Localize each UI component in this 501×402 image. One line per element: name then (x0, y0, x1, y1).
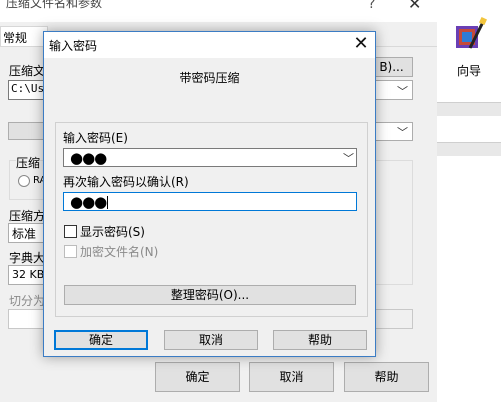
encrypt-filenames-label: 加密文件名(N) (80, 245, 159, 259)
browse-button[interactable]: B)... (370, 57, 413, 77)
dictionary-value: 32 KB (12, 268, 45, 281)
help-button[interactable]: 帮助 (273, 330, 367, 350)
password-dialog-titlebar: 输入密码 ✕ (44, 32, 375, 58)
reenter-password-mask: ●●● (70, 193, 107, 211)
background-ok-button[interactable]: 确定 (155, 362, 240, 392)
wizard-label: 向导 (457, 64, 482, 78)
method-label: 压缩方 (9, 209, 46, 223)
right-app-panel (437, 0, 501, 402)
organize-passwords-button[interactable]: 整理密码(O)... (64, 285, 356, 305)
password-dialog: 输入密码 ✕ 带密码压缩 输入密码(E) ●●● ﹀ 再次输入密码以确认(R) … (43, 31, 376, 357)
split-label: 切分为 (9, 294, 46, 308)
right-panel-strip (437, 142, 501, 156)
background-close-icon[interactable]: ✕ (408, 0, 421, 13)
cancel-button[interactable]: 取消 (164, 330, 258, 350)
wizard-icon[interactable] (450, 16, 490, 56)
split-volume-field[interactable] (8, 309, 48, 329)
right-panel-strip (437, 102, 501, 116)
dictionary-label: 字典大 (9, 251, 46, 265)
archive-path-field[interactable]: C:\Use (8, 80, 51, 100)
update-mode-dropdown[interactable]: ﹀ (370, 122, 413, 141)
password-input[interactable]: ●●● ﹀ (63, 148, 357, 167)
ok-button[interactable]: 确定 (54, 330, 148, 350)
password-mask: ●●● (70, 149, 107, 167)
tab-general[interactable]: 常规 (0, 26, 48, 46)
close-icon[interactable]: ✕ (350, 33, 372, 55)
method-value: 标准 (12, 227, 37, 241)
dictionary-dropdown[interactable]: 32 KB (8, 265, 48, 285)
format-group-label: 压缩 (16, 154, 41, 171)
reenter-password-value: ●●● (70, 193, 109, 211)
reenter-password-input[interactable]: ●●● (63, 192, 357, 211)
options-group (370, 160, 413, 285)
show-password-checkbox[interactable] (64, 225, 77, 238)
password-dialog-heading: 带密码压缩 (179, 71, 240, 85)
method-dropdown[interactable]: 标准 (8, 223, 48, 243)
background-help-button[interactable]: 帮助 (344, 362, 429, 392)
show-password-label[interactable]: 显示密码(S) (80, 223, 145, 240)
encrypt-filenames-checkbox[interactable] (64, 245, 77, 258)
text-caret (107, 196, 109, 209)
enter-password-label: 输入密码(E) (63, 131, 128, 145)
chevron-down-icon: ﹀ (397, 126, 408, 139)
reenter-password-label: 再次输入密码以确认(R) (63, 175, 189, 189)
archive-name-label: 压缩文 (9, 64, 46, 78)
chevron-down-icon: ﹀ (397, 85, 408, 98)
format-radio[interactable] (18, 175, 30, 187)
archive-path-dropdown[interactable]: ﹀ (370, 80, 413, 100)
password-dialog-title: 输入密码 (49, 39, 98, 53)
background-dialog-title: 压缩文件名和参数 (6, 0, 103, 10)
parameters-field[interactable] (370, 309, 413, 329)
background-titlebar: 压缩文件名和参数 ? ✕ (0, 0, 437, 22)
help-icon[interactable]: ? (368, 0, 375, 12)
chevron-down-icon[interactable]: ﹀ (343, 150, 354, 166)
profiles-button[interactable] (8, 122, 48, 140)
background-cancel-button[interactable]: 取消 (249, 362, 334, 392)
